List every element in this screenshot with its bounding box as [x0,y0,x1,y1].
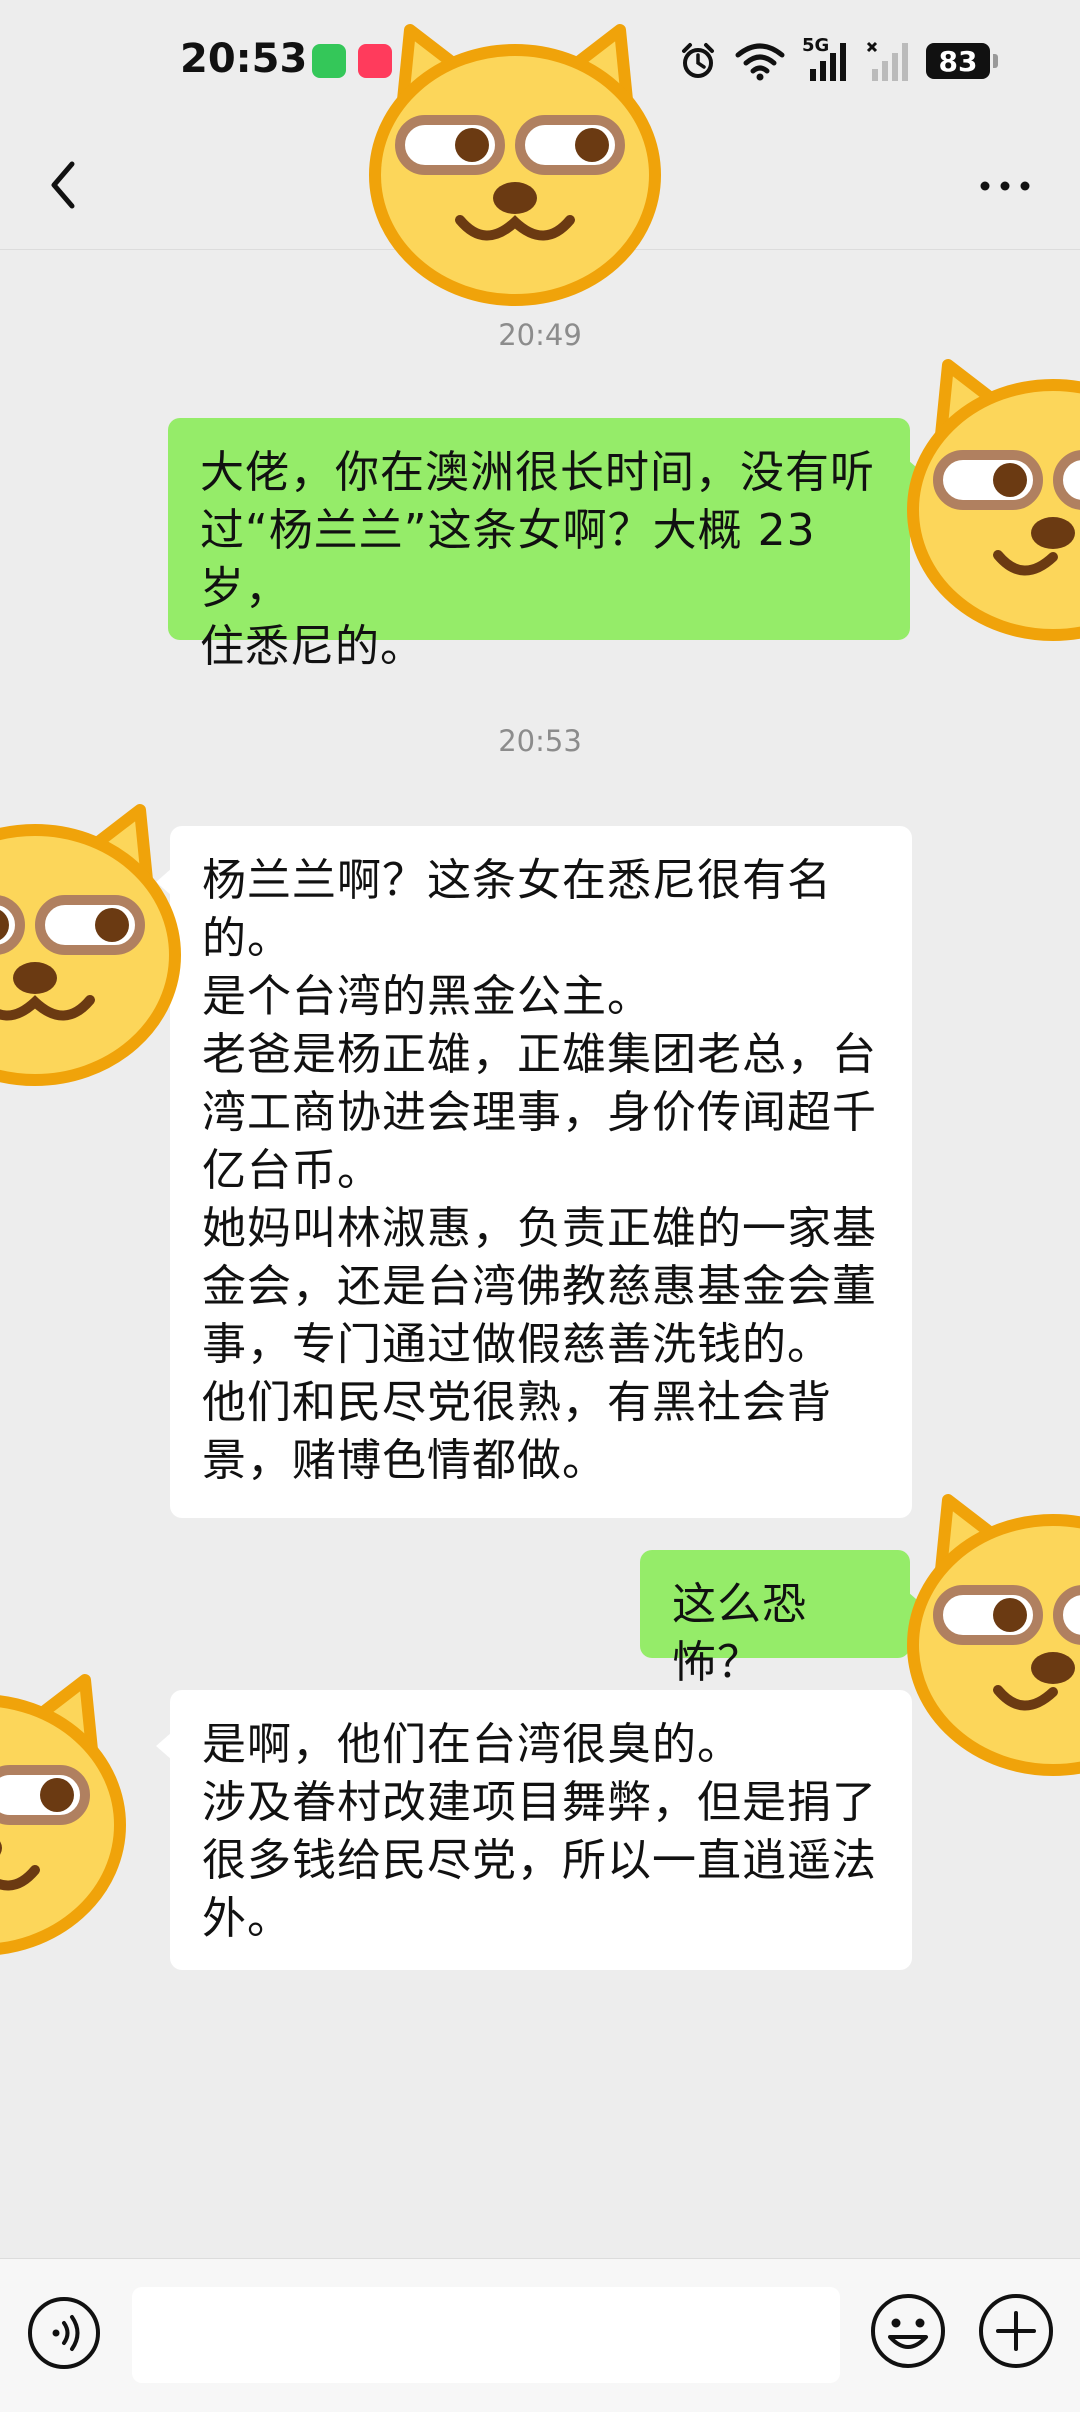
message-input[interactable] [132,2287,840,2383]
status-right-group: 5G 83 [678,35,998,86]
battery-level: 83 [938,44,978,78]
dog-face-sticker [0,804,181,1086]
plus-icon[interactable] [976,2291,1056,2371]
incoming-message[interactable]: 是啊，他们在台湾很臭的。 涉及眷村改建项目舞弊，但是捐了 很多钱给民尽党，所以一… [156,1690,912,1970]
incoming-message[interactable]: 杨兰兰啊？这条女在悉尼很有名 的。 是个台湾的黑金公主。 老爸是杨正雄，正雄集团… [156,826,912,1518]
chat-screen: 20:53 5G 83 20:49 大佬，你在澳洲很长时间，没有听 过“杨兰兰”… [0,0,1080,2412]
dog-face-sticker [369,24,661,306]
outgoing-message[interactable]: 大佬，你在澳洲很长时间，没有听 过“杨兰兰”这条女啊？大概 23 岁， 住悉尼的… [168,418,924,672]
timestamp: 20:53 [498,724,582,758]
message-app-icon [312,44,346,78]
battery-icon: 83 [926,43,998,79]
more-dots-icon[interactable] [960,150,1050,220]
alarm-icon [682,43,714,78]
input-bar [0,2258,1080,2412]
dog-face-sticker [907,359,1080,641]
voice-icon[interactable] [26,2295,102,2371]
signal-weak-icon [866,41,908,81]
emoji-icon[interactable] [868,2291,948,2371]
dog-face-sticker [907,1494,1080,1776]
chevron-left-icon[interactable] [30,150,100,220]
signal-icon: 5G [802,35,850,83]
dog-face-sticker [0,1674,126,1955]
status-time: 20:53 [180,36,308,82]
outgoing-message[interactable]: 这么恐怖？ [640,1550,924,1688]
wifi-icon [735,43,785,81]
